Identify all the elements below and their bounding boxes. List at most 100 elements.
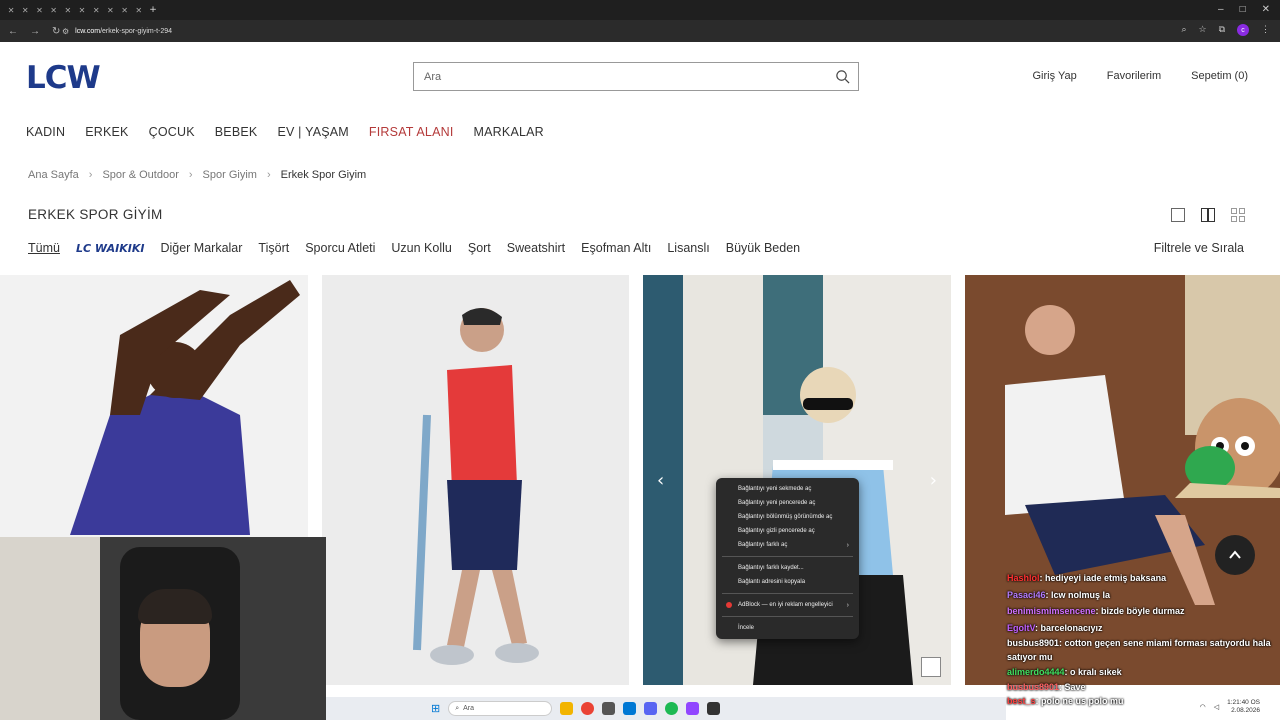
- ctx-open-new-tab[interactable]: Bağlantıyı yeni sekmede aç: [716, 482, 859, 496]
- ctx-save-link-as[interactable]: Bağlantıyı farklı kaydet...: [716, 561, 859, 575]
- filter-sort-button[interactable]: Filtrele ve Sırala: [1154, 241, 1244, 255]
- favorites-link[interactable]: Favorilerim: [1107, 70, 1161, 82]
- filter-item[interactable]: Uzun Kollu: [391, 241, 451, 255]
- ctx-open-split-view[interactable]: Bağlantıyı bölünmüş görünümde aç: [716, 510, 859, 524]
- close-window-icon[interactable]: ✕: [1262, 4, 1270, 15]
- chat-username: benimismimsencene: [1007, 606, 1096, 616]
- scroll-to-top-button[interactable]: [1215, 535, 1255, 575]
- two-column-view-icon[interactable]: [1201, 208, 1215, 222]
- browser-tab[interactable]: ✕: [75, 0, 89, 20]
- browser-tab[interactable]: ✕: [103, 0, 117, 20]
- filter-item[interactable]: Sporcu Atleti: [305, 241, 375, 255]
- menu-item-firsat-alani[interactable]: FIRSAT ALANI: [369, 125, 454, 139]
- browser-tab[interactable]: ✕: [4, 0, 18, 20]
- filter-item[interactable]: Eşofman Altı: [581, 241, 651, 255]
- close-icon[interactable]: ✕: [93, 6, 100, 15]
- search-icon[interactable]: [835, 69, 850, 84]
- add-to-cart-icon[interactable]: [921, 657, 941, 677]
- zoom-icon[interactable]: ⌕: [1181, 24, 1186, 36]
- ctx-adblock[interactable]: AdBlock — en iyi reklam engelleyici ›: [716, 598, 859, 612]
- site-logo[interactable]: LCW: [26, 60, 101, 96]
- breadcrumb-item[interactable]: Spor Giyim: [203, 169, 257, 181]
- ctx-open-new-window[interactable]: Bağlantıyı yeni pencerede aç: [716, 496, 859, 510]
- profile-avatar[interactable]: c: [1237, 24, 1249, 36]
- bookmark-star-icon[interactable]: ☆: [1198, 24, 1206, 36]
- filter-item[interactable]: Sweatshirt: [507, 241, 565, 255]
- maximize-icon[interactable]: □: [1240, 4, 1246, 15]
- close-icon[interactable]: ✕: [22, 6, 29, 15]
- product-image[interactable]: [322, 275, 629, 685]
- volume-icon[interactable]: ◁: [1214, 703, 1219, 711]
- menu-item-bebek[interactable]: BEBEK: [215, 125, 258, 139]
- ctx-inspect[interactable]: İncele: [716, 621, 859, 635]
- view-toggles: [1171, 208, 1245, 222]
- browser-tab[interactable]: ✕: [89, 0, 103, 20]
- ctx-open-as[interactable]: Bağlantıyı farklı aç ›: [716, 538, 859, 552]
- windows-start-icon[interactable]: ⊞: [431, 702, 440, 715]
- menu-item-cocuk[interactable]: ÇOCUK: [149, 125, 195, 139]
- discord-icon[interactable]: [644, 702, 658, 715]
- back-icon[interactable]: ←: [8, 26, 18, 37]
- chevron-right-icon[interactable]: ›: [930, 470, 937, 491]
- chevron-left-icon[interactable]: ‹: [657, 470, 664, 491]
- browser-tab[interactable]: ✕: [61, 0, 75, 20]
- reload-icon[interactable]: ↻: [52, 26, 60, 37]
- file-explorer-icon[interactable]: [560, 702, 574, 715]
- search-input[interactable]: Ara: [413, 62, 859, 91]
- menu-item-kadin[interactable]: KADIN: [26, 125, 65, 139]
- browser-tab[interactable]: ✕: [132, 0, 146, 20]
- minimize-icon[interactable]: –: [1218, 4, 1224, 15]
- close-icon[interactable]: ✕: [135, 6, 142, 15]
- menu-item-erkek[interactable]: ERKEK: [85, 125, 128, 139]
- close-icon[interactable]: ✕: [50, 6, 57, 15]
- browser-tab-strip: ✕ ✕ ✕ ✕ ✕ ✕ ✕ ✕ ✕ ✕ +: [0, 0, 1280, 20]
- menu-dots-icon[interactable]: ⋮: [1261, 24, 1270, 36]
- chat-text: : hediyeyi iade etmiş baksana: [1039, 573, 1167, 583]
- ctx-copy-link[interactable]: Bağlantı adresini kopyala: [716, 575, 859, 589]
- chat-text: : Save: [1059, 681, 1086, 692]
- app-icon[interactable]: [707, 702, 721, 715]
- filter-item[interactable]: Tişört: [258, 241, 289, 255]
- filter-all[interactable]: Tümü: [28, 241, 60, 255]
- spotify-icon[interactable]: [665, 702, 679, 715]
- browser-tab[interactable]: ✕: [47, 0, 61, 20]
- grid-view-icon[interactable]: [1231, 208, 1245, 222]
- browser-tab[interactable]: ✕: [18, 0, 32, 20]
- menu-item-markalar[interactable]: MARKALAR: [474, 125, 544, 139]
- menu-item-ev-yasam[interactable]: EV | YAŞAM: [277, 125, 348, 139]
- close-icon[interactable]: ✕: [8, 6, 15, 15]
- browser-tab[interactable]: ✕: [118, 0, 132, 20]
- browser-tab[interactable]: ✕: [32, 0, 46, 20]
- filter-item[interactable]: Lisanslı: [667, 241, 709, 255]
- cart-link[interactable]: Sepetim (0): [1191, 70, 1248, 82]
- twitch-icon[interactable]: [686, 702, 700, 715]
- site-info-icon[interactable]: ⚙: [62, 27, 69, 36]
- close-icon[interactable]: ✕: [121, 6, 128, 15]
- address-bar[interactable]: lcw.com/erkek-spor-giyim-t-294: [75, 28, 172, 35]
- product-card[interactable]: [322, 275, 629, 685]
- app-icon[interactable]: [623, 702, 637, 715]
- filter-item[interactable]: Büyük Beden: [726, 241, 800, 255]
- breadcrumb-item[interactable]: Spor & Outdoor: [102, 169, 178, 181]
- close-icon[interactable]: ✕: [64, 6, 71, 15]
- close-icon[interactable]: ✕: [79, 6, 86, 15]
- app-icon[interactable]: [602, 702, 616, 715]
- login-link[interactable]: Giriş Yap: [1033, 70, 1077, 82]
- filter-brand-lcwaikiki[interactable]: LC WAIKIKI: [76, 242, 145, 255]
- close-icon[interactable]: ✕: [36, 6, 43, 15]
- filter-item[interactable]: Diğer Markalar: [160, 241, 242, 255]
- chrome-icon[interactable]: [581, 702, 595, 715]
- single-column-view-icon[interactable]: [1171, 208, 1185, 222]
- taskbar-search[interactable]: ⌕ Ara: [448, 701, 553, 716]
- new-tab-icon[interactable]: +: [146, 0, 160, 20]
- forward-icon[interactable]: →: [30, 26, 40, 37]
- search-placeholder: Ara: [424, 70, 442, 83]
- chat-username: Pasaci46: [1007, 589, 1046, 600]
- clock[interactable]: 1:21:40 OS 2.08.2026: [1227, 699, 1260, 715]
- wifi-icon[interactable]: ◠: [1200, 703, 1206, 711]
- close-icon[interactable]: ✕: [107, 6, 114, 15]
- extensions-icon[interactable]: ⧉: [1219, 24, 1225, 36]
- breadcrumb-item[interactable]: Ana Sayfa: [28, 169, 79, 181]
- ctx-open-incognito[interactable]: Bağlantıyı gizli pencerede aç: [716, 524, 859, 538]
- filter-item[interactable]: Şort: [468, 241, 491, 255]
